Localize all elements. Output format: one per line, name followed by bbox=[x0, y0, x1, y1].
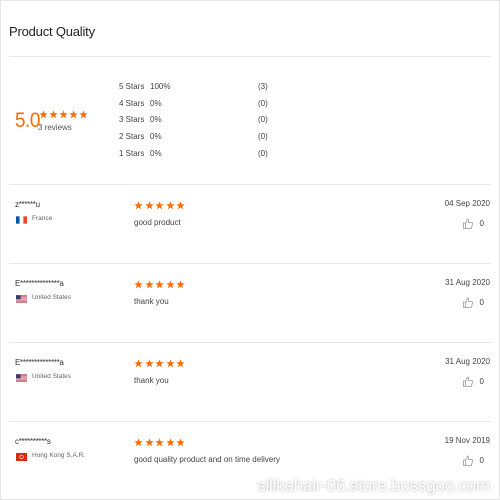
like-count: 0 bbox=[479, 298, 484, 307]
star-icon bbox=[134, 280, 143, 289]
reviewer-name: E**************a bbox=[15, 358, 64, 367]
average-stars bbox=[39, 110, 88, 119]
star-icon bbox=[79, 110, 88, 119]
thumbs-up-icon[interactable] bbox=[463, 218, 473, 229]
reviewer-country: Hong Kong S.A.R. bbox=[32, 452, 86, 459]
watermark: silikehair-06.store.bossgoo.com bbox=[257, 476, 490, 495]
star-icon bbox=[134, 359, 143, 368]
star-icon bbox=[165, 359, 175, 368]
star-icon bbox=[155, 280, 164, 289]
star-icon bbox=[165, 438, 175, 447]
flag-france-icon bbox=[16, 216, 27, 224]
breakdown-label: 4 Stars bbox=[119, 98, 145, 108]
breakdown-label: 2 Stars bbox=[119, 132, 145, 142]
flag-us-icon bbox=[16, 295, 27, 303]
breakdown-label: 5 Stars bbox=[119, 82, 145, 91]
reviewer-country: United States bbox=[32, 373, 72, 380]
star-icon bbox=[165, 201, 175, 210]
breakdown-count: (0) bbox=[258, 132, 268, 142]
review-stars bbox=[134, 280, 185, 289]
star-icon bbox=[59, 110, 68, 119]
review-date: 19 Nov 2019 bbox=[444, 436, 490, 445]
breakdown-count: (0) bbox=[258, 148, 268, 158]
thumbs-up-icon[interactable] bbox=[463, 376, 473, 387]
breakdown-percent: 0% bbox=[150, 98, 162, 108]
review-date: 31 Aug 2020 bbox=[445, 278, 490, 287]
breakdown-percent: 0% bbox=[150, 132, 162, 142]
like-count: 0 bbox=[479, 377, 484, 386]
review-comment: good product bbox=[134, 218, 181, 227]
breakdown-percent: 100% bbox=[150, 82, 171, 91]
star-icon bbox=[176, 201, 185, 210]
thumbs-up-icon[interactable] bbox=[463, 455, 473, 466]
star-icon bbox=[49, 110, 58, 119]
review-date: 31 Aug 2020 bbox=[445, 357, 490, 366]
review-comment: thank you bbox=[134, 376, 169, 385]
review-comment: thank you bbox=[134, 297, 169, 306]
reviewer-country: United States bbox=[32, 294, 72, 301]
star-icon bbox=[165, 280, 175, 289]
like-count: 0 bbox=[479, 456, 484, 465]
breakdown-count: (0) bbox=[258, 115, 268, 125]
review-stars bbox=[134, 359, 185, 368]
breakdown-count: (3) bbox=[258, 82, 268, 91]
section-title: Product Quality bbox=[9, 24, 95, 39]
star-icon bbox=[155, 438, 164, 447]
review-count: 3 reviews bbox=[38, 123, 72, 132]
review-item: z******u France good product 04 Sep 2020… bbox=[0, 185, 500, 263]
star-icon bbox=[134, 201, 143, 210]
star-icon bbox=[176, 359, 185, 368]
star-icon bbox=[144, 438, 154, 447]
star-icon bbox=[176, 438, 185, 447]
thumbs-up-icon[interactable] bbox=[463, 297, 473, 308]
star-icon bbox=[69, 110, 78, 119]
reviewer-name: c**********s bbox=[15, 437, 51, 446]
reviewer-name: E**************a bbox=[15, 279, 64, 288]
review-item: E**************a United States thank you… bbox=[0, 343, 500, 421]
reviewer-country: France bbox=[32, 215, 53, 222]
flag-us-icon bbox=[16, 374, 27, 382]
breakdown-percent: 0% bbox=[150, 115, 162, 125]
star-icon bbox=[39, 110, 48, 119]
review-stars bbox=[134, 438, 185, 447]
star-icon bbox=[176, 280, 185, 289]
star-icon bbox=[155, 201, 164, 210]
breakdown-label: 1 Stars bbox=[119, 148, 145, 158]
star-icon bbox=[144, 201, 154, 210]
breakdown-percent: 0% bbox=[150, 148, 162, 158]
star-icon bbox=[144, 280, 154, 289]
review-comment: good quality product and on time deliver… bbox=[134, 455, 280, 464]
breakdown-label: 3 Stars bbox=[119, 115, 145, 125]
flag-hong-kong-icon bbox=[16, 453, 27, 461]
reviewer-name: z******u bbox=[15, 200, 40, 209]
review-item: E**************a United States thank you… bbox=[0, 264, 500, 342]
star-icon bbox=[155, 359, 164, 368]
average-score: 5.0 bbox=[15, 109, 40, 132]
star-icon bbox=[134, 438, 143, 447]
like-count: 0 bbox=[479, 219, 484, 228]
star-icon bbox=[144, 359, 154, 368]
breakdown-count: (0) bbox=[258, 98, 268, 108]
review-date: 04 Sep 2020 bbox=[444, 199, 490, 208]
review-stars bbox=[134, 201, 185, 210]
divider bbox=[9, 56, 491, 57]
